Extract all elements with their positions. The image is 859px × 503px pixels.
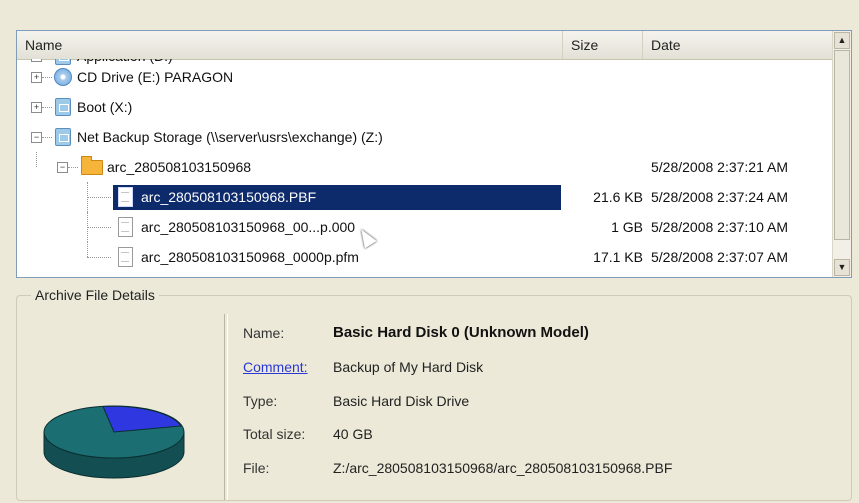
row-date: 5/28/2008 2:37:24 AM [651, 189, 788, 205]
detail-value: Basic Hard Disk Drive [333, 393, 470, 409]
row-label: arc_280508103150968 [107, 159, 252, 175]
tree-row-net-backup-storage[interactable]: − Net Backup Storage (\\server\usrs\exch… [17, 122, 833, 152]
row-size: 17.1 KB [593, 249, 643, 265]
network-drive-icon [55, 128, 71, 146]
row-date: 5/28/2008 2:37:21 AM [651, 159, 788, 175]
row-label: CD Drive (E:) PARAGON [77, 69, 234, 85]
row-label: Net Backup Storage (\\server\usrs\exchan… [77, 129, 383, 145]
archive-file-details-group: Archive File Details Name: Basic Hard Di… [16, 287, 852, 501]
detail-label: Name: [243, 325, 285, 341]
detail-label: Type: [243, 393, 278, 409]
tree-rows: + Application (D:) + CD Drive (E:) PARAG… [17, 59, 833, 277]
row-size: 1 GB [611, 219, 643, 235]
tree-connector [42, 107, 52, 108]
tree-connector [42, 137, 52, 138]
row-label: arc_280508103150968_00...p.000 [141, 219, 356, 235]
row-date: 5/28/2008 2:37:07 AM [651, 249, 788, 265]
drive-icon [55, 98, 71, 116]
tree-row-pbf-file-selected[interactable]: arc_280508103150968.PBF 21.6 KB 5/28/200… [17, 182, 833, 212]
scroll-thumb[interactable] [834, 50, 850, 240]
archive-tree-list[interactable]: Name Size Date + Application (D:) + CD D… [16, 30, 852, 278]
vertical-scrollbar[interactable]: ▲ ▼ [832, 31, 851, 277]
file-icon [118, 217, 133, 237]
collapse-toggle[interactable]: − [31, 132, 42, 143]
tree-row-archive-folder[interactable]: − arc_280508103150968 5/28/2008 2:37:21 … [17, 152, 833, 182]
disk-usage-pie-icon [43, 405, 185, 479]
detail-value: Backup of My Hard Disk [333, 359, 484, 375]
tree-connector [42, 77, 52, 78]
detail-value: Z:/arc_280508103150968/arc_2805081031509… [333, 460, 673, 476]
tree-connector [36, 152, 37, 167]
tree-row-pfm-file[interactable]: arc_280508103150968_0000p.pfm 17.1 KB 5/… [17, 242, 833, 272]
list-header: Name Size Date [17, 31, 833, 60]
detail-value: 40 GB [333, 426, 373, 442]
column-header-date[interactable]: Date [643, 31, 833, 59]
archive-browser-panel: Name Size Date + Application (D:) + CD D… [8, 8, 854, 501]
tree-connector [87, 242, 88, 257]
row-date: 5/28/2008 2:37:10 AM [651, 219, 788, 235]
file-icon [118, 187, 133, 207]
tree-connector [87, 257, 111, 258]
folder-icon [81, 156, 103, 175]
tree-row-cd-drive[interactable]: + CD Drive (E:) PARAGON [17, 62, 833, 92]
expand-toggle[interactable]: + [31, 102, 42, 113]
detail-value: Basic Hard Disk 0 (Unknown Model) [333, 324, 589, 341]
details-divider [224, 314, 228, 500]
row-label: Boot (X:) [77, 99, 133, 115]
row-size: 21.6 KB [593, 189, 643, 205]
column-header-name[interactable]: Name [17, 31, 563, 59]
tree-connector [87, 197, 111, 198]
tree-row-archive-volume-file[interactable]: arc_280508103150968_00...p.000 1 GB 5/28… [17, 212, 833, 242]
column-header-size[interactable]: Size [563, 31, 643, 59]
cd-drive-icon [54, 68, 72, 86]
tree-connector [68, 167, 78, 168]
tree-row-boot-drive[interactable]: + Boot (X:) [17, 92, 833, 122]
expand-toggle[interactable]: + [31, 72, 42, 83]
tree-connector [87, 227, 111, 228]
detail-label: File: [243, 460, 270, 476]
row-label: arc_280508103150968_0000p.pfm [141, 249, 359, 265]
row-label: arc_280508103150968.PBF [141, 189, 317, 205]
scroll-down-button[interactable]: ▼ [834, 259, 850, 276]
detail-label: Total size: [243, 426, 306, 442]
collapse-toggle[interactable]: − [57, 162, 68, 173]
group-title: Archive File Details [31, 287, 159, 303]
comment-link[interactable]: Comment: [243, 356, 308, 378]
scroll-up-button[interactable]: ▲ [834, 32, 850, 49]
file-icon [118, 247, 133, 267]
